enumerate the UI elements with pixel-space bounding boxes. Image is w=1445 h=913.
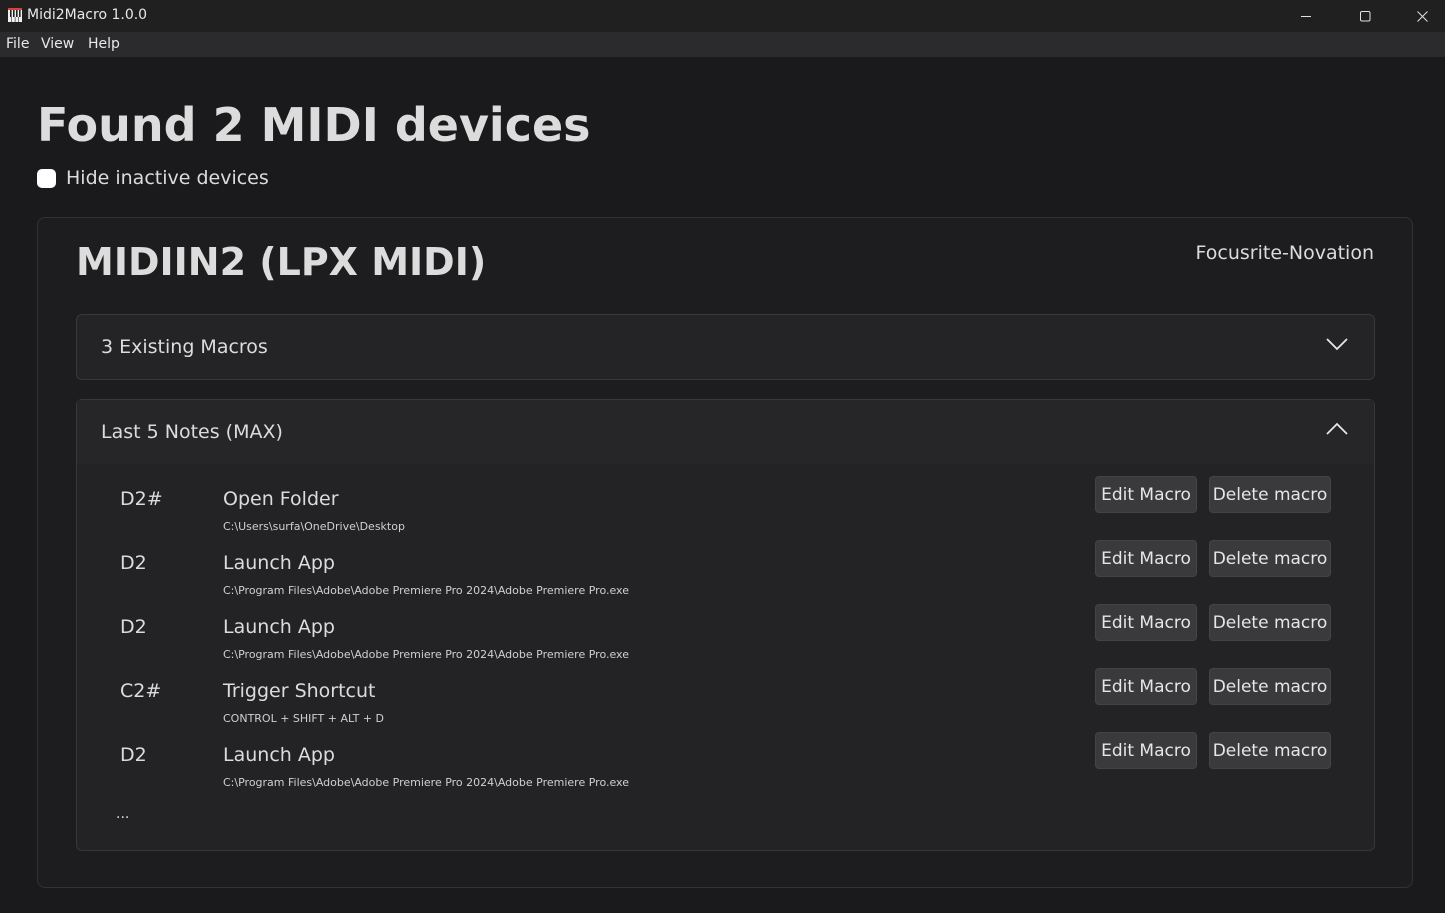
macro-action: Launch App xyxy=(223,616,335,638)
existing-macros-header[interactable]: 3 Existing Macros xyxy=(77,315,1374,379)
note-name: C2# xyxy=(120,680,162,702)
last-notes-list: D2# Open Folder C:\Users\surfa\OneDrive\… xyxy=(77,464,1374,850)
more-ellipsis: ... xyxy=(116,806,130,822)
hide-inactive-checkbox[interactable] xyxy=(37,168,56,188)
device-card: MIDIIN2 (LPX MIDI) Focusrite-Novation 3 … xyxy=(37,217,1413,888)
minimize-button[interactable] xyxy=(1283,0,1329,32)
note-name: D2 xyxy=(120,616,147,638)
existing-macros-title: 3 Existing Macros xyxy=(101,336,268,358)
macro-action: Trigger Shortcut xyxy=(223,680,376,702)
device-name: MIDIIN2 (LPX MIDI) xyxy=(76,240,487,284)
delete-macro-button[interactable]: Delete macro xyxy=(1209,476,1331,513)
menu-view[interactable]: View xyxy=(41,36,74,52)
delete-macro-button[interactable]: Delete macro xyxy=(1209,732,1331,769)
close-icon xyxy=(1416,10,1428,22)
chevron-up-icon[interactable] xyxy=(1326,422,1348,436)
macro-detail: C:\Users\surfa\OneDrive\Desktop xyxy=(223,520,405,533)
maximize-button[interactable] xyxy=(1342,0,1388,32)
menu-bar: File View Help xyxy=(0,32,1445,57)
note-name: D2# xyxy=(120,488,163,510)
delete-macro-button[interactable]: Delete macro xyxy=(1209,540,1331,577)
window-title: Midi2Macro 1.0.0 xyxy=(27,7,148,23)
minimize-icon xyxy=(1300,15,1311,17)
delete-macro-button[interactable]: Delete macro xyxy=(1209,604,1331,641)
menu-file[interactable]: File xyxy=(6,36,29,52)
chevron-down-icon[interactable] xyxy=(1326,337,1348,351)
hide-inactive-label[interactable]: Hide inactive devices xyxy=(66,167,269,189)
hide-inactive-row[interactable]: Hide inactive devices xyxy=(37,167,269,189)
macro-detail: C:\Program Files\Adobe\Adobe Premiere Pr… xyxy=(223,648,629,661)
edit-macro-button[interactable]: Edit Macro xyxy=(1095,604,1197,641)
macro-detail: C:\Program Files\Adobe\Adobe Premiere Pr… xyxy=(223,584,629,597)
edit-macro-button[interactable]: Edit Macro xyxy=(1095,732,1197,769)
last-notes-title: Last 5 Notes (MAX) xyxy=(101,421,283,443)
macro-action: Launch App xyxy=(223,744,335,766)
note-name: D2 xyxy=(120,744,147,766)
maximize-icon xyxy=(1359,10,1370,21)
page-title: Found 2 MIDI devices xyxy=(37,98,591,152)
last-notes-accordion: Last 5 Notes (MAX) D2# Open Folder C:\Us… xyxy=(76,399,1375,851)
menu-help[interactable]: Help xyxy=(88,36,120,52)
edit-macro-button[interactable]: Edit Macro xyxy=(1095,540,1197,577)
macro-action: Launch App xyxy=(223,552,335,574)
device-vendor: Focusrite-Novation xyxy=(1195,242,1374,264)
macro-action: Open Folder xyxy=(223,488,339,510)
last-notes-header[interactable]: Last 5 Notes (MAX) xyxy=(77,400,1374,464)
note-name: D2 xyxy=(120,552,147,574)
edit-macro-button[interactable]: Edit Macro xyxy=(1095,476,1197,513)
title-bar: Midi2Macro 1.0.0 xyxy=(0,0,1445,32)
delete-macro-button[interactable]: Delete macro xyxy=(1209,668,1331,705)
close-button[interactable] xyxy=(1399,0,1445,32)
edit-macro-button[interactable]: Edit Macro xyxy=(1095,668,1197,705)
macro-detail: CONTROL + SHIFT + ALT + D xyxy=(223,712,385,725)
existing-macros-accordion: 3 Existing Macros xyxy=(76,314,1375,380)
piano-keys-icon xyxy=(8,8,22,22)
macro-row: D2 Launch App C:\Program Files\Adobe\Ado… xyxy=(77,732,1374,808)
macro-detail: C:\Program Files\Adobe\Adobe Premiere Pr… xyxy=(223,776,629,789)
